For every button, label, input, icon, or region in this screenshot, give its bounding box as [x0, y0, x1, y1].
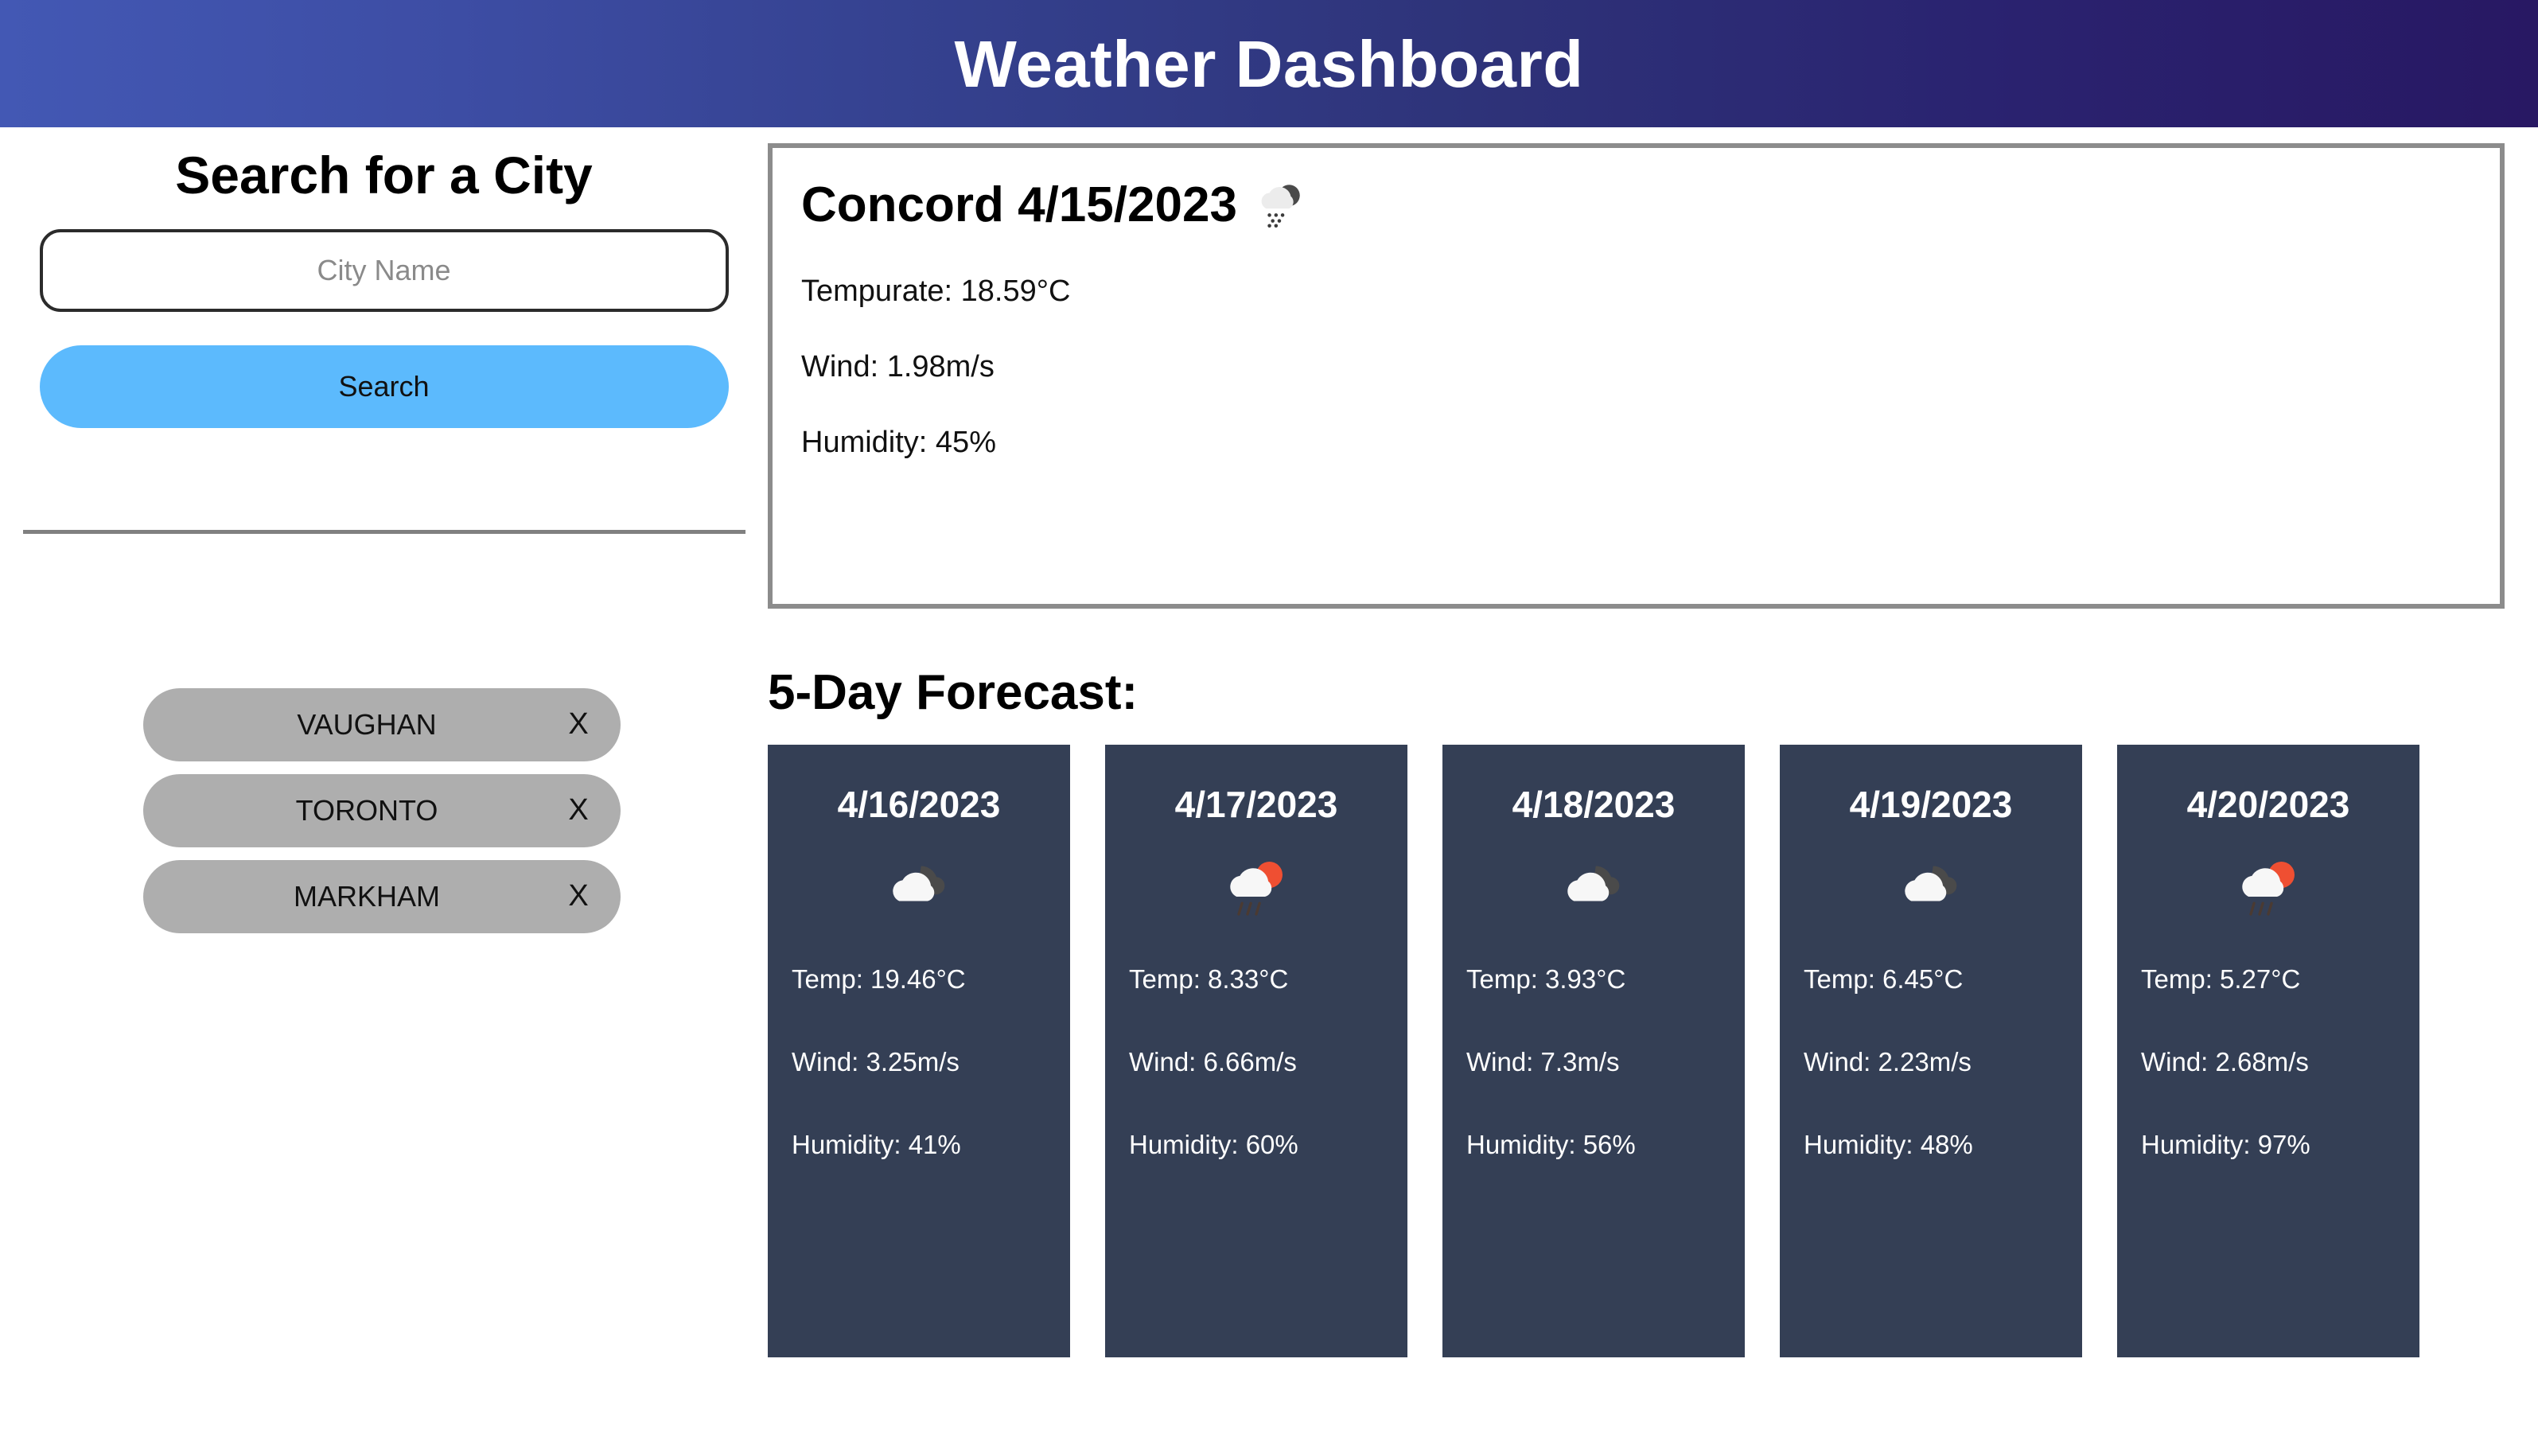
forecast-date: 4/18/2023: [1512, 784, 1676, 825]
sun-rain-cloud-icon: [2233, 853, 2303, 923]
forecast-wind: Wind: 7.3m/s: [1466, 1047, 1620, 1076]
forecast-wind: Wind: 2.68m/s: [2141, 1047, 2309, 1076]
forecast-humidity: Humidity: 97%: [2141, 1130, 2310, 1159]
current-humidity: Humidity: 45%: [801, 426, 996, 460]
forecast-temp: Temp: 6.45°C: [1804, 964, 1964, 994]
sun-rain-cloud-icon: [1221, 853, 1291, 923]
main-content: Concord 4/15/2023 Tempurate: 18.59°C Win…: [768, 127, 2538, 1357]
current-weather-title: Concord 4/15/2023: [801, 177, 1237, 232]
forecast-card: 4/17/2023 Temp: 8.33°C Wind: 6.66m/s Hum…: [1105, 745, 1407, 1357]
forecast-wind: Wind: 3.25m/s: [792, 1047, 960, 1076]
delete-history-icon[interactable]: X: [549, 793, 621, 827]
search-sidebar: Search for a City Search VAUGHAN X TORON…: [0, 127, 768, 946]
delete-history-icon[interactable]: X: [549, 707, 621, 742]
forecast-heading: 5-Day Forecast:: [768, 665, 1139, 720]
rain-cloud-icon: [1255, 179, 1307, 232]
history-city-label: MARKHAM: [293, 879, 440, 913]
forecast-humidity: Humidity: 48%: [1804, 1130, 1973, 1159]
forecast-date: 4/16/2023: [837, 784, 1001, 825]
forecast-temp: Temp: 5.27°C: [2141, 964, 2301, 994]
search-input[interactable]: [39, 228, 729, 312]
forecast-date: 4/17/2023: [1174, 784, 1338, 825]
forecast-card: 4/18/2023 Temp: 3.93°C Wind: 7.3m/s Humi…: [1442, 745, 1745, 1357]
forecast-temp: Temp: 8.33°C: [1129, 964, 1289, 994]
forecast-temp: Temp: 3.93°C: [1466, 964, 1626, 994]
current-wind: Wind: 1.98m/s: [801, 350, 995, 384]
forecast-card: 4/16/2023 Temp: 19.46°C Wind: 3.25m/s Hu…: [768, 745, 1070, 1357]
cloudy-icon: [884, 853, 954, 923]
search-button[interactable]: Search: [39, 345, 729, 428]
forecast-temp: Temp: 19.46°C: [792, 964, 966, 994]
page-title: Weather Dashboard: [954, 26, 1584, 101]
search-history-list: VAUGHAN X TORONTO X MARKHAM X: [0, 687, 768, 933]
forecast-card: 4/20/2023 Temp: 5.27°C Wind: 2.68m/s Hum…: [2117, 745, 2419, 1357]
page-body: Search for a City Search VAUGHAN X TORON…: [0, 127, 2538, 1456]
current-weather-heading: Concord 4/15/2023: [801, 177, 2471, 233]
history-item-vaughan[interactable]: VAUGHAN X: [143, 687, 621, 761]
forecast-wind: Wind: 6.66m/s: [1129, 1047, 1297, 1076]
forecast-row: 4/16/2023 Temp: 19.46°C Wind: 3.25m/s Hu…: [768, 745, 2505, 1357]
app-header: Weather Dashboard: [0, 0, 2538, 127]
forecast-wind: Wind: 2.23m/s: [1804, 1047, 1972, 1076]
forecast-date: 4/20/2023: [2186, 784, 2350, 825]
cloudy-icon: [1896, 853, 1966, 923]
history-item-toronto[interactable]: TORONTO X: [143, 773, 621, 847]
delete-history-icon[interactable]: X: [549, 879, 621, 913]
forecast-card: 4/19/2023 Temp: 6.45°C Wind: 2.23m/s Hum…: [1780, 745, 2082, 1357]
sidebar-divider: [22, 529, 745, 534]
forecast-humidity: Humidity: 41%: [792, 1130, 961, 1159]
history-item-markham[interactable]: MARKHAM X: [143, 859, 621, 933]
history-city-label: TORONTO: [295, 793, 438, 827]
sidebar-heading: Search for a City: [175, 146, 593, 204]
current-temperature: Tempurate: 18.59°C: [801, 274, 1071, 309]
history-city-label: VAUGHAN: [297, 707, 437, 741]
forecast-humidity: Humidity: 60%: [1129, 1130, 1298, 1159]
cloudy-icon: [1559, 853, 1629, 923]
forecast-date: 4/19/2023: [1849, 784, 2013, 825]
forecast-humidity: Humidity: 56%: [1466, 1130, 1636, 1159]
current-weather-card: Concord 4/15/2023 Tempurate: 18.59°C Win…: [768, 143, 2505, 609]
